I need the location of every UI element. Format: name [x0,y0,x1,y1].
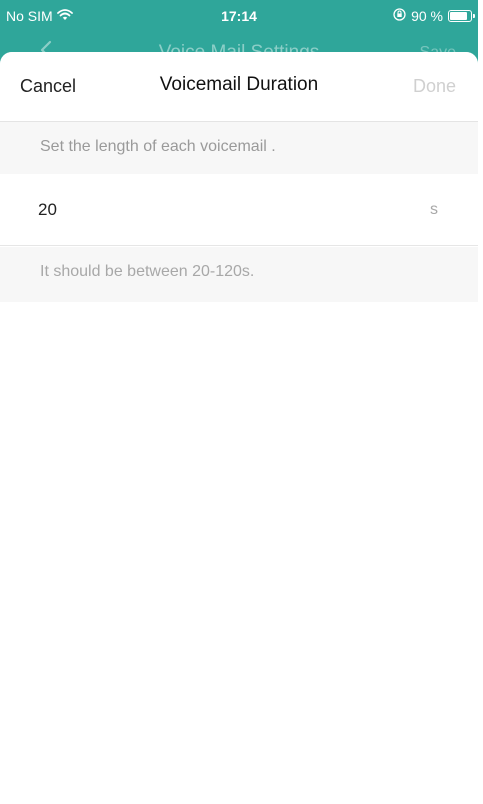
duration-sheet: Cancel Voicemail Duration Done Set the l… [0,52,478,804]
sheet-header: Cancel Voicemail Duration Done [0,52,478,122]
duration-field-row: s [0,174,478,246]
orientation-lock-icon [393,8,406,24]
hint-section: It should be between 20-120s. [0,247,478,302]
right-edge [478,0,483,804]
done-button[interactable]: Done [413,76,456,97]
screen: No SIM 17:14 90 % Cancel Voicemail Durat… [0,0,478,804]
hint-text: It should be between 20-120s. [40,263,255,280]
battery-percent: 90 % [411,8,443,24]
battery-fill [450,12,468,20]
description-text: Set the length of each voicemail . [40,138,276,155]
battery-icon [448,10,475,22]
sheet-title: Voicemail Duration [159,74,319,95]
description-section: Set the length of each voicemail . [0,122,478,174]
unit-label: s [430,201,438,218]
status-right: 90 % [393,8,475,24]
duration-input[interactable] [38,196,378,224]
status-bar: No SIM 17:14 90 % [0,0,478,30]
